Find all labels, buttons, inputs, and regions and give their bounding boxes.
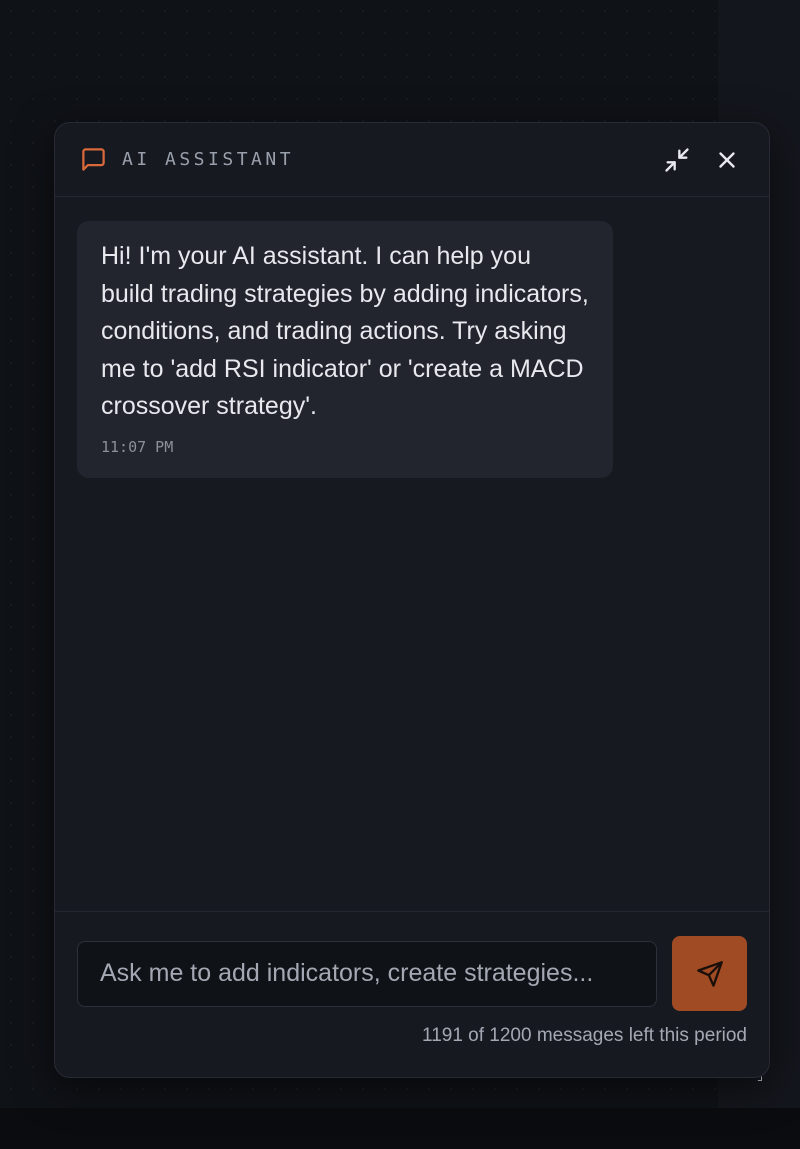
bottom-strip <box>0 1108 800 1149</box>
ai-assistant-panel: AI ASSISTANT Hi! I'm your AI assistant. … <box>54 122 770 1078</box>
send-button[interactable] <box>672 936 747 1011</box>
chat-input[interactable] <box>77 940 657 1007</box>
panel-title: AI ASSISTANT <box>122 149 295 170</box>
message-square-icon <box>79 146 107 174</box>
composer-row <box>77 936 747 1011</box>
message-list: Hi! I'm your AI assistant. I can help yo… <box>55 197 769 911</box>
minimize-icon <box>665 147 689 172</box>
message-quota: 1191 of 1200 messages left this period <box>422 1025 747 1046</box>
minimize-button[interactable] <box>659 142 695 178</box>
message-text: Hi! I'm your AI assistant. I can help yo… <box>101 242 589 420</box>
composer: 1191 of 1200 messages left this period <box>55 911 769 1077</box>
send-icon <box>696 960 723 987</box>
panel-header: AI ASSISTANT <box>55 123 769 197</box>
close-icon <box>719 151 735 168</box>
close-button[interactable] <box>709 142 745 178</box>
assistant-message: Hi! I'm your AI assistant. I can help yo… <box>77 221 613 478</box>
message-timestamp: 11:07 PM <box>101 437 174 456</box>
